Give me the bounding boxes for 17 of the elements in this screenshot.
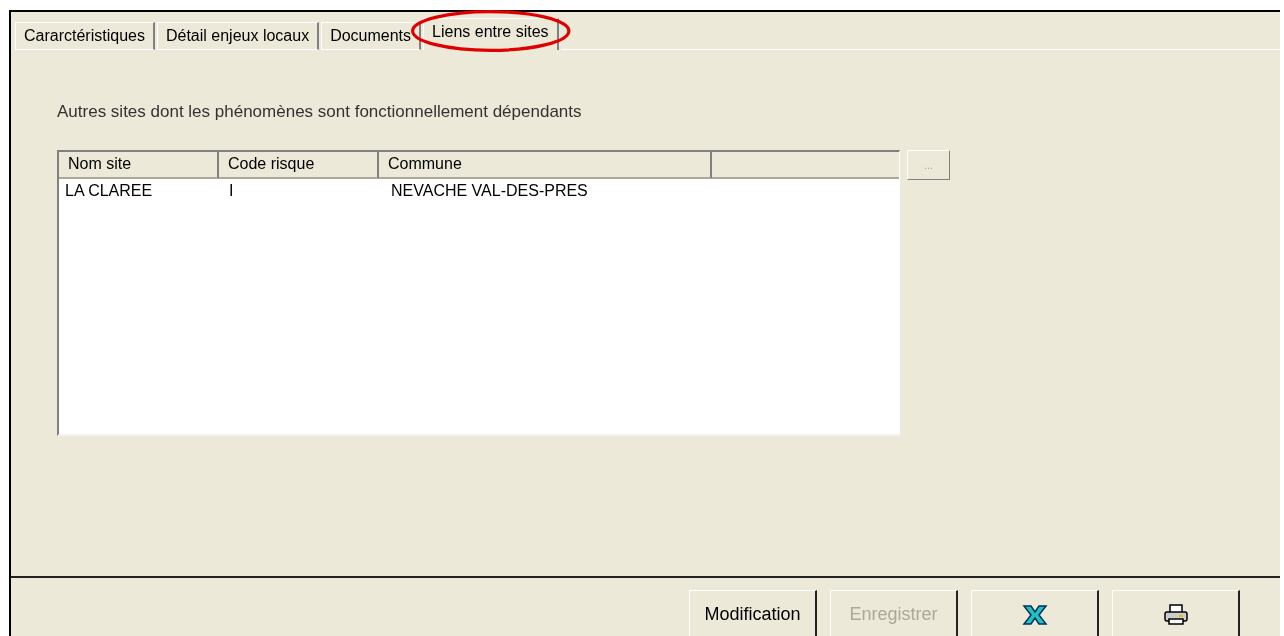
tab[interactable]: Liens entre sites [423,18,559,50]
printer-icon [1161,603,1190,626]
tab[interactable]: Documents [321,22,422,50]
table-cell-text: LA CLAREE [64,181,154,201]
column-header[interactable]: Commune [379,152,712,179]
column-header[interactable]: Code risque [219,152,379,179]
tab[interactable]: Cararctéristiques [15,22,155,50]
tab[interactable]: Détail enjeux locaux [156,22,320,50]
caption-text: Autres sites dont les phénomènes sont fonctionnellement dépendants [57,102,583,122]
excel-export-button[interactable] [971,590,1099,636]
table-row[interactable]: LA CLAREE I NEVACHE VAL-DES-PRES [59,179,899,201]
table-cell-text: NEVACHE VAL-DES-PRES [390,181,589,201]
table-cell-text: I [228,181,235,201]
print-button[interactable] [1112,590,1240,636]
column-header[interactable]: Nom site [59,152,219,179]
action-button[interactable]: Modification [689,590,817,636]
excel-icon [1020,603,1049,626]
